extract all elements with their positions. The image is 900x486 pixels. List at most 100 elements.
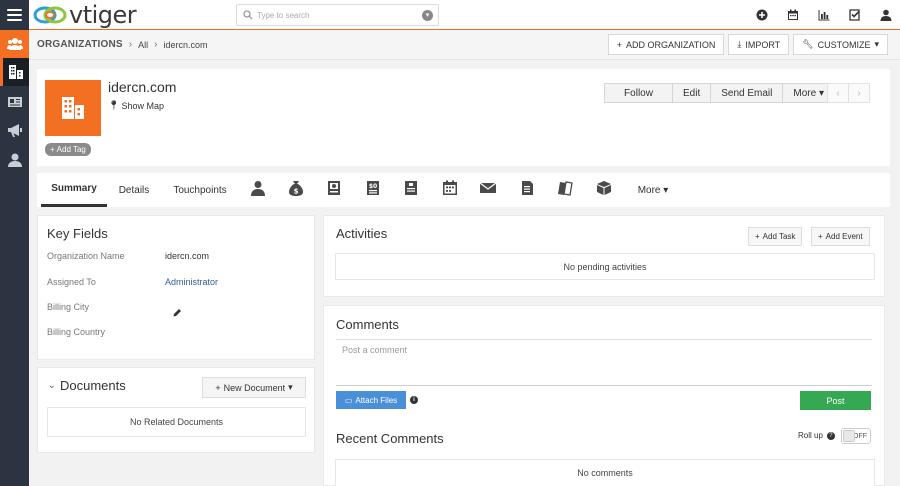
post-comment-button[interactable]: Post: [800, 391, 871, 410]
activities-panel: Activities + Add Task + Add Event No pendi…: [323, 215, 885, 297]
import-button[interactable]: ⤓ IMPORT: [728, 34, 790, 55]
edit-button[interactable]: Edit: [672, 83, 712, 103]
megaphone-icon: [7, 124, 22, 137]
comments-title: Comments: [336, 317, 399, 332]
documents-empty-message: No Related Documents: [47, 407, 306, 437]
search-icon: [243, 10, 253, 20]
activities-empty-message: No pending activities: [335, 253, 875, 280]
next-record-icon[interactable]: ›: [848, 83, 870, 103]
tab-tickets[interactable]: [324, 178, 344, 198]
recent-comments-title: Recent Comments: [336, 431, 444, 446]
breadcrumb: ORGANIZATIONS › All › idercn.com: [37, 39, 207, 50]
invoice-icon: [405, 181, 417, 195]
tab-more[interactable]: More ▾: [629, 173, 677, 207]
edit-pencil-icon[interactable]: [173, 308, 182, 317]
document-icon: [522, 181, 533, 195]
record-header: idercn.com 📍︎ Show Map + Add Tag Follow Ed…: [37, 69, 890, 166]
calendar-button[interactable]: [786, 8, 799, 21]
checkbox-icon: [848, 8, 860, 21]
contact-icon: [251, 181, 265, 196]
paperclip-icon: ▭: [344, 395, 353, 405]
logo-mark-icon: [33, 6, 67, 24]
tab-details[interactable]: Details: [111, 173, 157, 207]
ticket-icon: [328, 181, 340, 195]
tab-invoices[interactable]: [401, 178, 421, 198]
vtiger-logo[interactable]: vtiger: [33, 1, 137, 29]
tab-services[interactable]: [594, 178, 614, 198]
activities-title: Activities: [336, 226, 388, 241]
comment-input[interactable]: [336, 339, 872, 386]
key-fields-panel: Key Fields Organization Name idercn.com …: [37, 215, 315, 360]
top-bar: vtiger ▾: [29, 0, 900, 30]
plus-icon: +: [50, 145, 55, 154]
email-icon: [480, 182, 496, 193]
caret-down-icon: ▾: [288, 382, 293, 392]
rollup-label: Roll up?: [798, 431, 835, 440]
search-options-icon[interactable]: ▾: [422, 10, 433, 21]
tab-touchpoints[interactable]: Touchpoints: [165, 173, 235, 207]
tab-emails[interactable]: [478, 178, 498, 198]
breadcrumb-separator: ›: [128, 39, 133, 50]
tasks-button[interactable]: [848, 8, 861, 21]
svg-text:$: $: [294, 188, 299, 196]
plus-icon: +: [818, 232, 823, 241]
sidebar-item-contacts[interactable]: [0, 30, 29, 58]
reports-button[interactable]: [817, 8, 830, 21]
sidebar-item-leads[interactable]: [0, 88, 29, 116]
module-header: ORGANIZATIONS › All › idercn.com + ADD OR…: [29, 30, 900, 60]
menu-icon[interactable]: [0, 0, 29, 30]
collapse-chevron-icon[interactable]: ⌄: [48, 380, 56, 391]
search-input[interactable]: [257, 8, 417, 22]
quote-icon: $0: [367, 181, 379, 195]
quick-create-button[interactable]: [755, 8, 768, 21]
left-sidebar: [0, 0, 29, 486]
breadcrumb-module[interactable]: ORGANIZATIONS: [37, 39, 123, 50]
global-search: ▾: [236, 4, 439, 26]
toggle-knob: [843, 430, 855, 442]
add-event-button[interactable]: + Add Event: [811, 227, 870, 246]
record-navigation: ‹ ›: [827, 83, 870, 103]
caret-down-icon: ▾: [874, 39, 879, 49]
tab-products[interactable]: [555, 178, 575, 198]
sidebar-item-users[interactable]: [0, 146, 29, 174]
show-map-link[interactable]: 📍︎ Show Map: [108, 100, 164, 111]
record-avatar: [45, 80, 101, 136]
attach-files-button[interactable]: ▭ Attach Files: [336, 391, 406, 409]
sidebar-item-organizations[interactable]: [0, 58, 29, 86]
previous-record-icon[interactable]: ‹: [827, 83, 849, 103]
box-icon: [597, 181, 611, 195]
key-fields-title: Key Fields: [47, 226, 108, 241]
caret-down-icon: ▾: [663, 184, 669, 196]
add-task-button[interactable]: + Add Task: [748, 227, 803, 246]
send-email-button[interactable]: Send Email: [710, 83, 784, 103]
breadcrumb-separator: ›: [154, 39, 158, 50]
caret-down-icon: ▾: [818, 87, 824, 99]
breadcrumb-filter[interactable]: All: [138, 40, 148, 50]
tab-summary[interactable]: Summary: [41, 173, 107, 207]
new-document-button[interactable]: + New Document ▾: [202, 377, 306, 398]
record-actions: Follow Edit Send Email More ▾: [604, 83, 835, 103]
add-tag-button[interactable]: + Add Tag: [45, 143, 91, 156]
sidebar-item-campaigns[interactable]: [0, 116, 29, 144]
svg-text:$0: $0: [369, 183, 377, 190]
user-icon: [7, 153, 22, 167]
rollup-toggle[interactable]: OFF: [841, 428, 871, 444]
user-icon: [880, 9, 891, 21]
tab-opportunities[interactable]: $: [286, 178, 306, 198]
customize-button[interactable]: 🔧︎ CUSTOMIZE ▾: [793, 34, 888, 55]
follow-button[interactable]: Follow: [604, 83, 673, 103]
calendar-icon: [443, 180, 457, 195]
tab-calendar[interactable]: [440, 178, 460, 198]
user-menu-button[interactable]: [879, 8, 892, 21]
organization-icon: [62, 97, 84, 119]
tab-documents[interactable]: [517, 178, 537, 198]
tab-quotes[interactable]: $0: [363, 178, 383, 198]
organizations-icon: [9, 65, 23, 79]
help-icon[interactable]: ?: [826, 431, 835, 440]
info-icon[interactable]: i: [410, 396, 418, 404]
map-marker-icon: 📍︎: [108, 100, 120, 110]
add-organization-button[interactable]: + ADD ORGANIZATION: [607, 34, 725, 55]
breadcrumb-record: idercn.com: [163, 39, 208, 50]
tab-contacts[interactable]: [248, 178, 268, 198]
plus-icon: +: [755, 232, 760, 241]
